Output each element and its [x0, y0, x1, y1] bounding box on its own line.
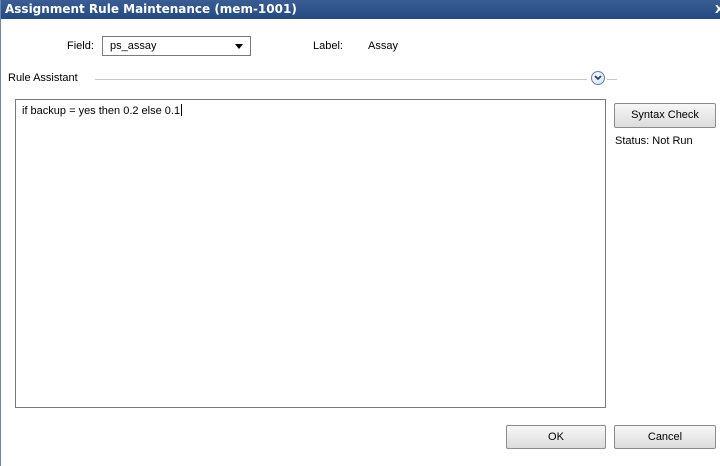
syntax-check-button[interactable]: Syntax Check	[614, 103, 716, 128]
text-caret	[181, 104, 183, 116]
rule-maintenance-dialog: Assignment Rule Maintenance (mem-1001) X…	[0, 0, 720, 466]
ok-button[interactable]: OK	[506, 425, 606, 449]
chevron-down-icon[interactable]	[235, 44, 243, 49]
rule-text-content: if backup = yes then 0.2 else 0.1	[22, 105, 181, 117]
section-divider-end	[607, 79, 617, 80]
section-divider	[95, 79, 587, 80]
field-label: Field:	[67, 40, 94, 52]
chevron-down-icon	[594, 75, 602, 81]
expand-rule-assistant-button[interactable]	[591, 71, 605, 85]
rule-text: if backup = yes then 0.2 else 0.1	[22, 104, 183, 117]
label-value: Assay	[368, 40, 398, 52]
cancel-button[interactable]: Cancel	[614, 425, 716, 449]
field-select-value: ps_assay	[110, 40, 157, 52]
title-bar: Assignment Rule Maintenance (mem-1001) X	[1, 0, 720, 19]
rule-text-editor[interactable]: if backup = yes then 0.2 else 0.1	[15, 99, 606, 408]
label-caption: Label:	[313, 40, 343, 52]
field-select[interactable]: ps_assay	[102, 36, 251, 56]
close-icon[interactable]: X	[715, 0, 720, 19]
rule-assistant-label: Rule Assistant	[8, 72, 78, 84]
window-title: Assignment Rule Maintenance (mem-1001)	[5, 2, 297, 16]
status-text: Status: Not Run	[615, 135, 693, 147]
